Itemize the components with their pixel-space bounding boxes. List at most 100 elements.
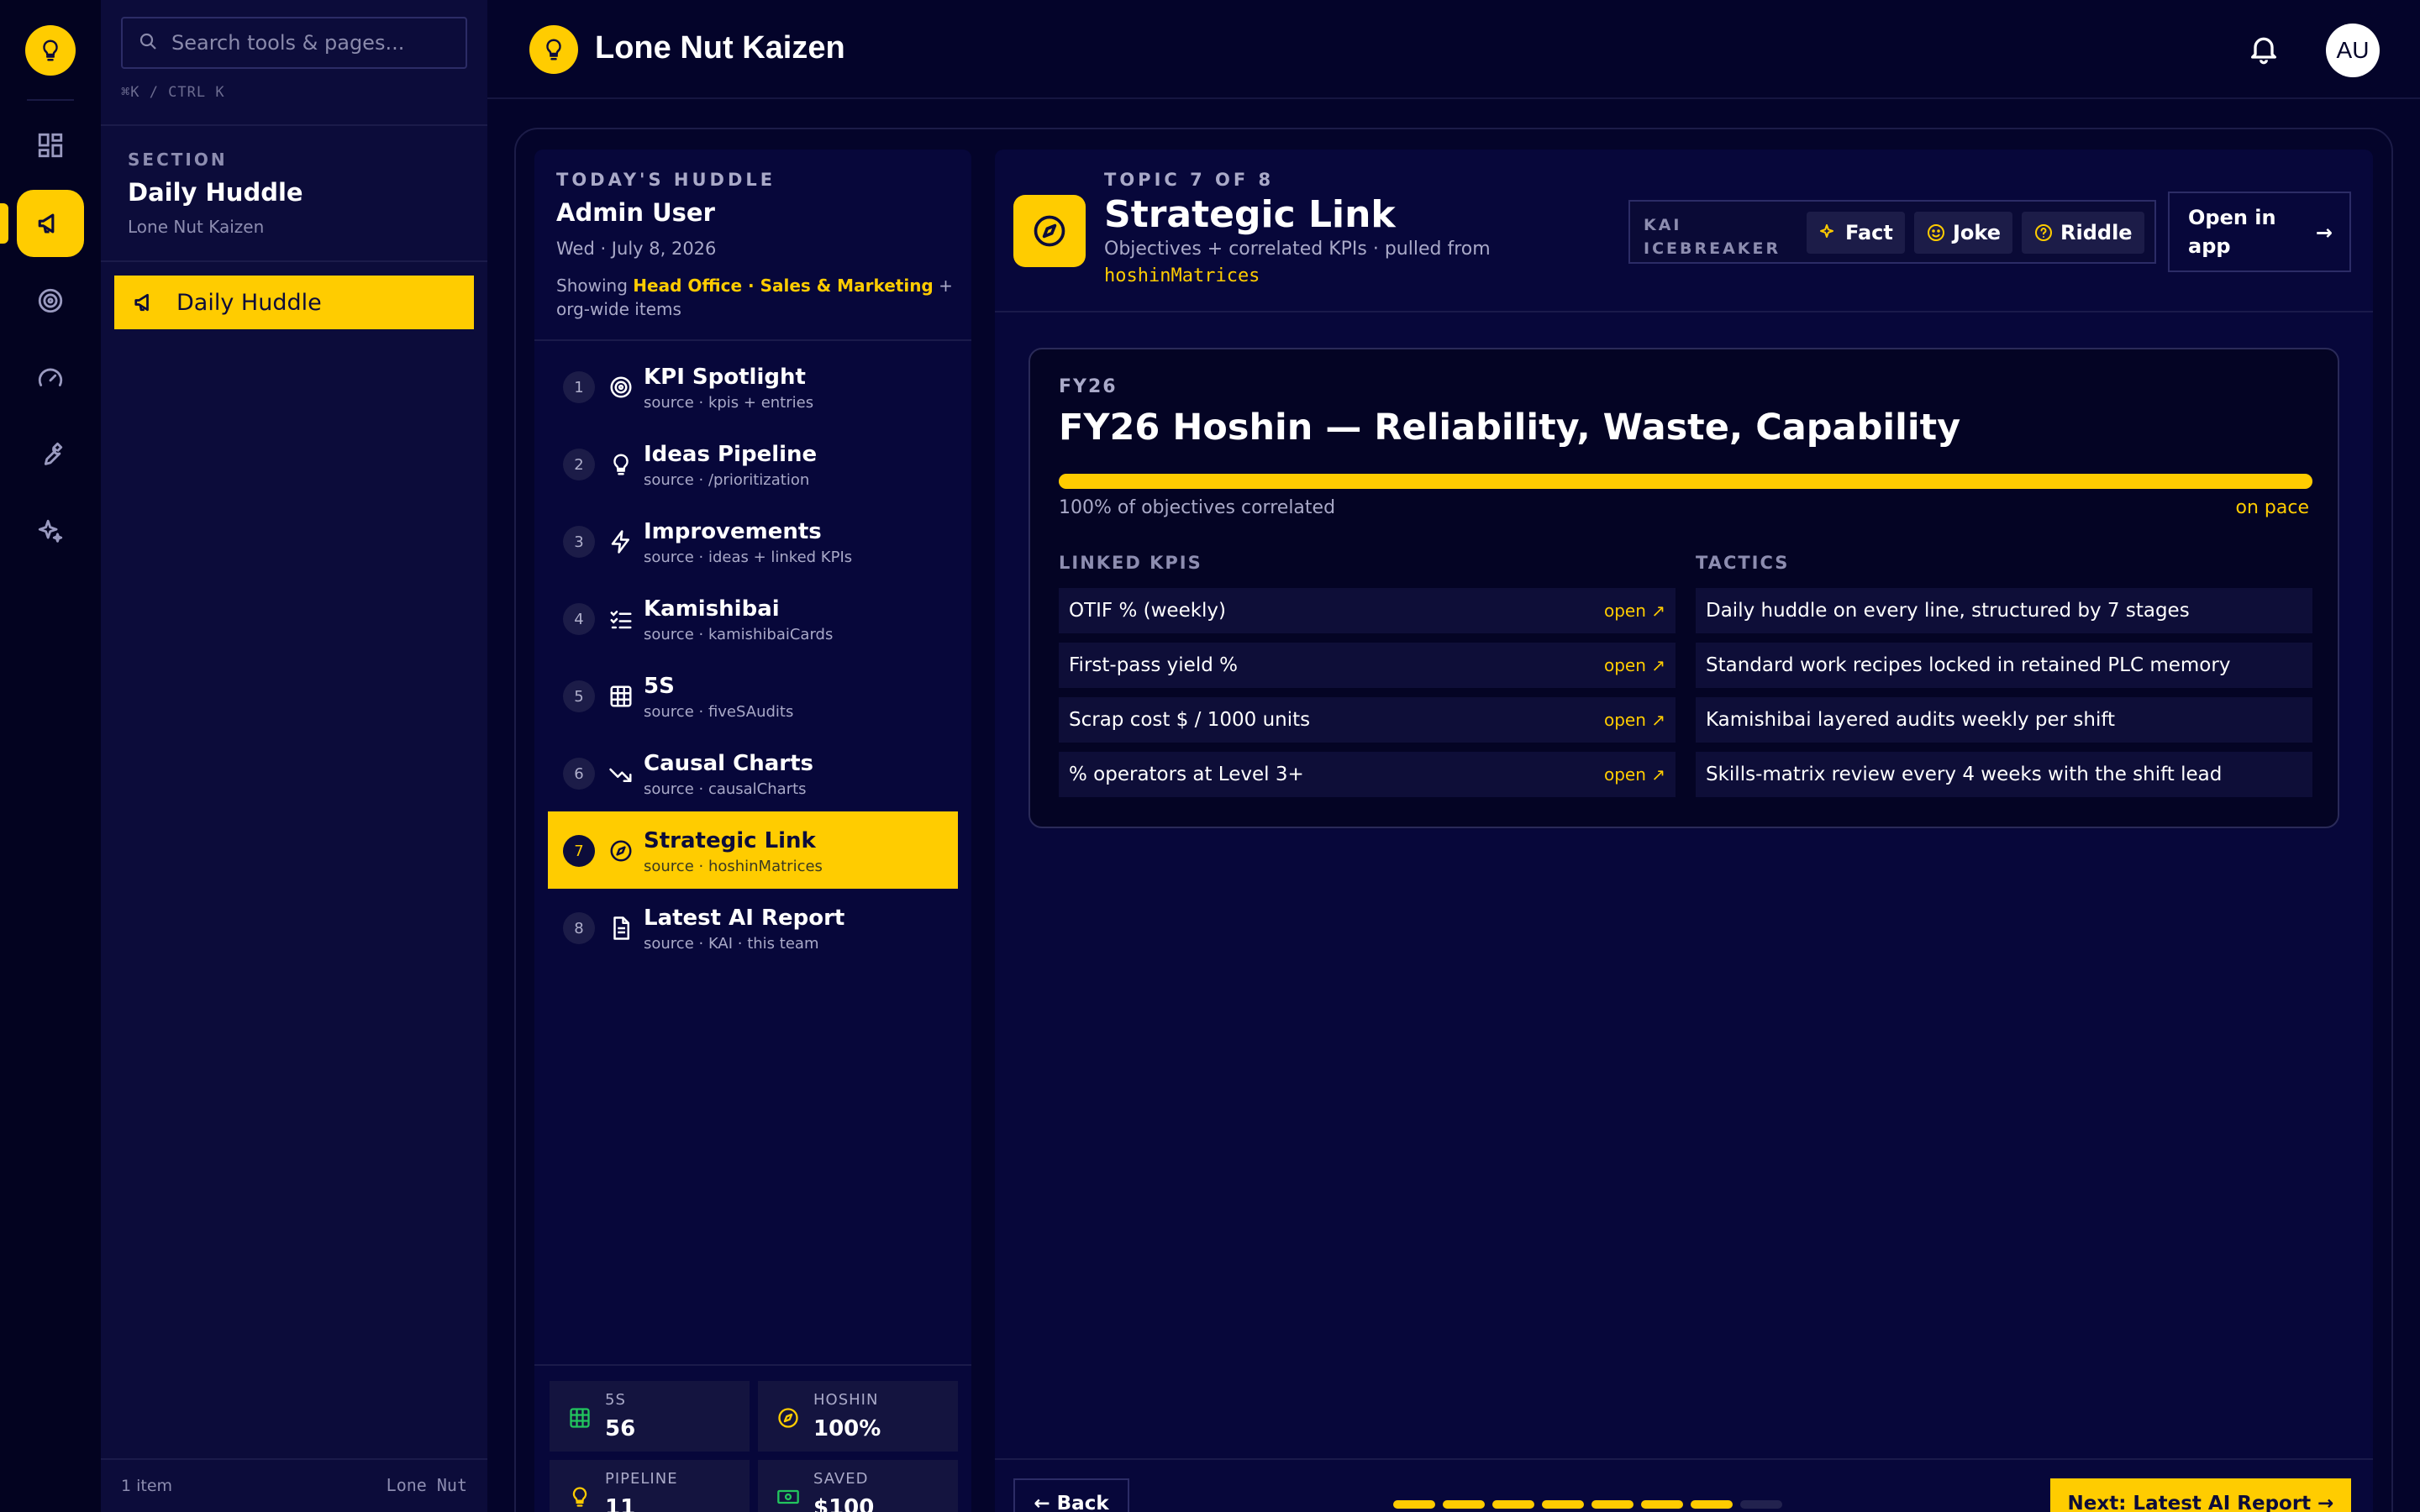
- step-dot[interactable]: [1691, 1500, 1733, 1509]
- tactic-row: Skills-matrix review every 4 weeks with …: [1696, 752, 2312, 797]
- agenda-item-number: 4: [563, 603, 595, 635]
- kai-label: KAI ICEBREAKER: [1644, 213, 1781, 260]
- search-input[interactable]: [171, 31, 457, 55]
- agenda-item-source: source · ideas + linked KPIs: [644, 549, 853, 566]
- agenda-item-title: Strategic Link: [644, 828, 816, 853]
- section-label: SECTION: [128, 150, 228, 170]
- kpi-row: First-pass yield % open ↗: [1059, 643, 1676, 688]
- fact-label: Fact: [1845, 221, 1893, 244]
- step-dot[interactable]: [1443, 1500, 1485, 1509]
- back-button[interactable]: ← Back: [1013, 1478, 1129, 1512]
- pace-status: on pace: [2235, 497, 2309, 518]
- kai-label-line: KAI: [1644, 216, 1682, 234]
- agenda-item-source: source · causalCharts: [644, 780, 807, 798]
- agenda-label: TODAY'S HUDDLE: [556, 170, 776, 190]
- grid-icon: [568, 1406, 592, 1433]
- agenda-item[interactable]: 1 KPI Spotlight source · kpis + entries: [548, 348, 958, 425]
- kpi-name: First-pass yield %: [1069, 654, 1238, 676]
- kpi-open-link[interactable]: open ↗: [1604, 710, 1665, 730]
- lightbulb-icon: [568, 1485, 592, 1512]
- dashboard-icon[interactable]: [17, 112, 84, 179]
- agenda-item[interactable]: 4 Kamishibai source · kamishibaiCards: [548, 580, 958, 657]
- step-dot[interactable]: [1542, 1500, 1584, 1509]
- kpi-open-link[interactable]: open ↗: [1604, 764, 1665, 785]
- agenda-item[interactable]: 5 5S source · fiveSAudits: [548, 657, 958, 734]
- open-in-app-button[interactable]: Open in app →: [2168, 192, 2351, 272]
- target-icon[interactable]: [17, 267, 84, 334]
- rail-divider: [27, 99, 74, 101]
- document-icon: [608, 916, 634, 944]
- search-box[interactable]: [121, 17, 467, 69]
- kpi-row: OTIF % (weekly) open ↗: [1059, 588, 1676, 633]
- topic-title: Strategic Link: [1104, 193, 1396, 236]
- bell-icon[interactable]: [2247, 32, 2281, 69]
- compass-icon: [776, 1406, 800, 1433]
- sparkles-icon[interactable]: [17, 498, 84, 565]
- gauge-icon[interactable]: [17, 344, 84, 412]
- active-marker: [0, 203, 8, 244]
- section-subtitle: Lone Nut Kaizen: [128, 217, 265, 237]
- agenda-item-number: 7: [563, 835, 595, 867]
- scope-name: Head Office · Sales & Marketing: [633, 276, 934, 296]
- icon-rail: [0, 0, 101, 1512]
- agenda-item-active[interactable]: 7 Strategic Link source · hoshinMatrices: [548, 811, 958, 889]
- megaphone-icon[interactable]: [17, 190, 84, 257]
- riddle-label: Riddle: [2060, 221, 2133, 244]
- kpi-open-link[interactable]: open ↗: [1604, 655, 1665, 675]
- agenda-item[interactable]: 6 Causal Charts source · causalCharts: [548, 734, 958, 811]
- joke-label: Joke: [1953, 221, 2002, 244]
- kpi-name: % operators at Level 3+: [1069, 764, 1304, 785]
- stat-value: 11: [605, 1495, 636, 1512]
- agenda-item[interactable]: 3 Improvements source · ideas + linked K…: [548, 502, 958, 580]
- step-dot[interactable]: [1492, 1500, 1534, 1509]
- agenda-item[interactable]: 2 Ideas Pipeline source · /prioritizatio…: [548, 425, 958, 502]
- agenda-scope: Showing Head Office · Sales & Marketing …: [556, 274, 960, 321]
- agenda-item-number: 3: [563, 526, 595, 558]
- joke-button[interactable]: Joke: [1914, 212, 2013, 254]
- riddle-button[interactable]: Riddle: [2022, 212, 2144, 254]
- stat-hoshin: HOSHIN 100%: [758, 1381, 958, 1452]
- kpi-open-link[interactable]: open ↗: [1604, 601, 1665, 621]
- agenda-item-source: source · /prioritization: [644, 471, 810, 489]
- stat-value: 100%: [813, 1416, 881, 1441]
- lightbulb-icon[interactable]: [25, 25, 76, 76]
- agenda-date: Wed · July 8, 2026: [556, 239, 717, 259]
- fact-button[interactable]: Fact: [1807, 212, 1905, 254]
- agenda-item-title: KPI Spotlight: [644, 365, 806, 390]
- step-dot[interactable]: [1591, 1500, 1634, 1509]
- open-in-app-label: Open in: [2188, 206, 2276, 229]
- next-button[interactable]: Next: Latest AI Report →: [2050, 1478, 2351, 1512]
- stat-saved: SAVED $100: [758, 1460, 958, 1512]
- megaphone-icon: [133, 290, 158, 315]
- agenda-item[interactable]: 8 Latest AI Report source · KAI · this t…: [548, 889, 958, 966]
- sparkle-icon: [1820, 224, 1833, 238]
- scope-prefix: Showing: [556, 276, 628, 296]
- open-in-app-label: app: [2188, 234, 2231, 258]
- step-dot[interactable]: [1393, 1500, 1435, 1509]
- agenda-item-source: source · hoshinMatrices: [644, 858, 823, 875]
- avatar[interactable]: AU: [2326, 24, 2380, 77]
- kpi-name: OTIF % (weekly): [1069, 600, 1227, 622]
- fiscal-year: FY26: [1059, 376, 1118, 397]
- search-shortcut: ⌘K / CTRL K: [121, 84, 225, 101]
- target-icon: [608, 375, 634, 403]
- sidebar-item-daily-huddle[interactable]: Daily Huddle: [114, 276, 474, 329]
- stat-label: HOSHIN: [813, 1391, 879, 1409]
- lightbulb-icon: [608, 452, 634, 480]
- agenda-item-title: Causal Charts: [644, 751, 813, 776]
- top-bar: Lone Nut Kaizen AU: [487, 0, 2420, 99]
- question-icon: [2035, 224, 2052, 241]
- agenda-item-title: Improvements: [644, 519, 822, 544]
- topic-panel: TOPIC 7 OF 8 Strategic Link Objectives +…: [995, 150, 2373, 1512]
- kpi-row: Scrap cost $ / 1000 units open ↗: [1059, 697, 1676, 743]
- agenda-item-number: 5: [563, 680, 595, 712]
- agenda-item-source: source · kamishibaiCards: [644, 626, 834, 643]
- compass-icon: [1013, 195, 1086, 267]
- step-dot[interactable]: [1641, 1500, 1683, 1509]
- wrench-icon[interactable]: [17, 421, 84, 488]
- step-dot[interactable]: [1740, 1500, 1782, 1509]
- agenda-item-source: source · kpis + entries: [644, 394, 814, 412]
- checklist-icon: [608, 606, 634, 635]
- trend-down-icon: [608, 761, 634, 790]
- hoshin-card: FY26 FY26 Hoshin — Reliability, Waste, C…: [1028, 348, 2339, 828]
